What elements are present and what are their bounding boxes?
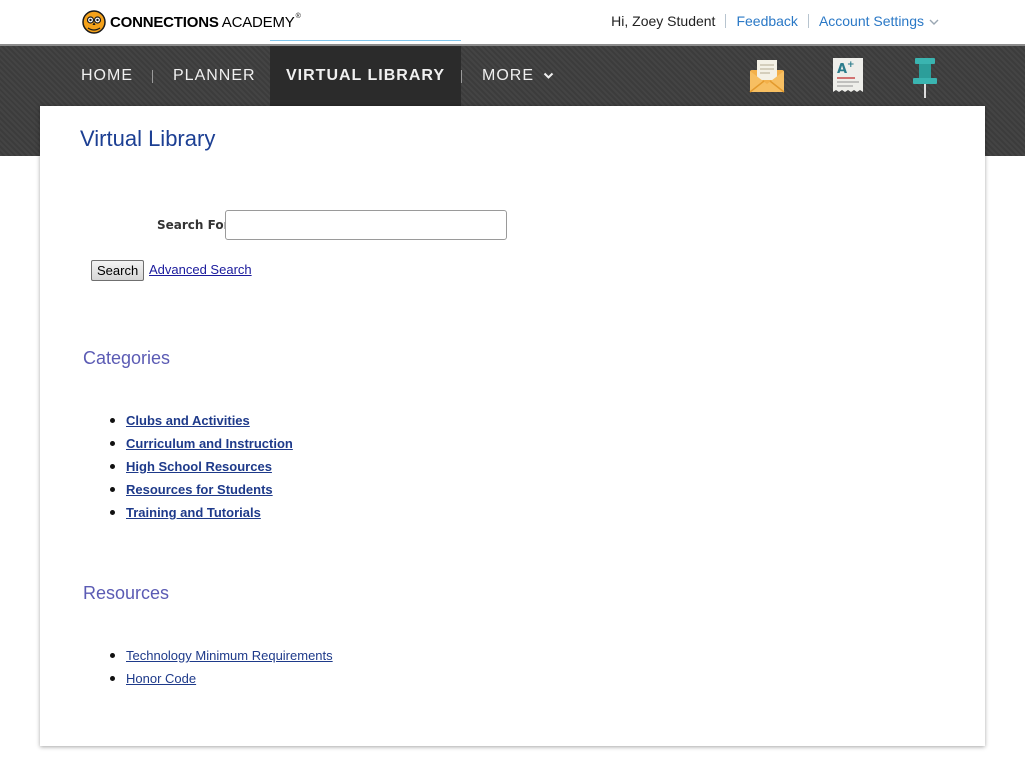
account-settings-link[interactable]: Account Settings bbox=[819, 13, 939, 29]
nav-virtual-library[interactable]: VIRTUAL LIBRARY bbox=[270, 46, 461, 110]
svg-text:A: A bbox=[837, 62, 847, 77]
search-input[interactable] bbox=[225, 210, 507, 240]
advanced-search-link[interactable]: Advanced Search bbox=[149, 262, 252, 277]
registered-mark: ® bbox=[295, 12, 301, 20]
logo-name-bold: CONNECTIONS bbox=[110, 13, 219, 31]
category-link-training-and-tutorials[interactable]: Training and Tutorials bbox=[126, 505, 261, 520]
pin-icon[interactable] bbox=[909, 56, 941, 105]
page-title: Virtual Library bbox=[80, 126, 216, 151]
connections-academy-logo[interactable]: CONNECTIONS ACADEMY® bbox=[82, 10, 301, 34]
category-link-curriculum-and-instruction[interactable]: Curriculum and Instruction bbox=[126, 436, 293, 451]
divider bbox=[152, 70, 153, 83]
feedback-link[interactable]: Feedback bbox=[736, 13, 797, 29]
list-item: Curriculum and Instruction bbox=[110, 432, 293, 455]
chevron-down-icon bbox=[544, 72, 554, 79]
account-settings-label: Account Settings bbox=[818, 13, 924, 29]
content-card: Virtual Library Search For: Search Advan… bbox=[40, 106, 985, 746]
category-link-clubs-and-activities[interactable]: Clubs and Activities bbox=[126, 413, 250, 428]
nav-more-label: MORE bbox=[482, 67, 534, 84]
svg-text:+: + bbox=[847, 60, 855, 70]
resource-link-honor-code[interactable]: Honor Code bbox=[126, 671, 196, 686]
list-item: Training and Tutorials bbox=[110, 501, 293, 524]
search-label: Search For: bbox=[157, 218, 235, 232]
user-links: Hi, Zoey Student Feedback Account Settin… bbox=[611, 13, 939, 29]
category-link-resources-for-students[interactable]: Resources for Students bbox=[126, 482, 273, 497]
nav-more[interactable]: MORE bbox=[482, 46, 554, 108]
nav-home[interactable]: HOME bbox=[81, 46, 133, 108]
search-button[interactable]: Search bbox=[91, 260, 145, 281]
logo-name-light: ACADEMY bbox=[221, 13, 295, 31]
list-item: Clubs and Activities bbox=[110, 409, 293, 432]
owl-logo-icon bbox=[82, 10, 106, 34]
top-bar: CONNECTIONS ACADEMY® Hi, Zoey Student Fe… bbox=[0, 0, 1025, 44]
grades-icon[interactable]: A + bbox=[831, 56, 865, 101]
list-item: Technology Minimum Requirements bbox=[110, 644, 333, 667]
resources-heading: Resources bbox=[83, 583, 170, 603]
list-item: High School Resources bbox=[110, 455, 293, 478]
list-item: Honor Code bbox=[110, 667, 333, 690]
list-item: Resources for Students bbox=[110, 478, 293, 501]
nav-planner[interactable]: PLANNER bbox=[173, 46, 256, 108]
resources-list: Technology Minimum Requirements Honor Co… bbox=[110, 644, 333, 690]
resource-link-technology-minimum-requirements[interactable]: Technology Minimum Requirements bbox=[126, 648, 333, 663]
mail-icon[interactable] bbox=[748, 56, 786, 99]
logo-wordmark: CONNECTIONS ACADEMY® bbox=[110, 12, 301, 31]
divider bbox=[807, 14, 809, 28]
categories-heading: Categories bbox=[83, 348, 171, 368]
active-tab-indicator bbox=[270, 40, 461, 41]
divider bbox=[725, 14, 727, 28]
category-link-high-school-resources[interactable]: High School Resources bbox=[126, 459, 272, 474]
chevron-down-icon bbox=[929, 19, 939, 25]
divider bbox=[461, 70, 462, 83]
user-greeting: Hi, Zoey Student bbox=[611, 13, 716, 29]
categories-list: Clubs and Activities Curriculum and Inst… bbox=[110, 409, 293, 524]
